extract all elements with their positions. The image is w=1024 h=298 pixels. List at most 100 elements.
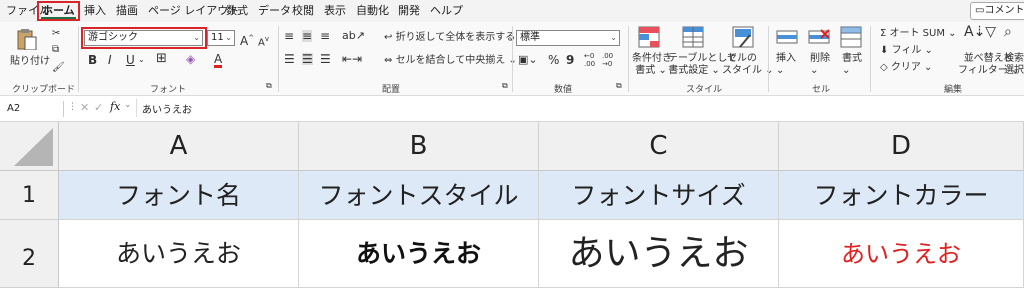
- format-cells-button[interactable]: 書式 ⌄: [842, 53, 862, 77]
- font-size-value: 11: [211, 32, 224, 43]
- align-right-icon[interactable]: ☰: [320, 53, 331, 65]
- align-bottom-icon[interactable]: ≡: [320, 30, 330, 42]
- tab-review[interactable]: 校閲: [292, 3, 314, 19]
- increase-decimal-icon[interactable]: ←0.00: [584, 52, 595, 68]
- percent-icon[interactable]: %: [548, 54, 559, 66]
- cell-styles-icon[interactable]: [732, 26, 754, 48]
- fill-color-icon[interactable]: ◈: [186, 53, 195, 65]
- separator: [870, 26, 871, 92]
- chevron-down-icon[interactable]: ⌄: [138, 54, 145, 66]
- cell-b1[interactable]: フォントスタイル: [299, 171, 539, 220]
- tab-help[interactable]: ヘルプ: [430, 3, 463, 19]
- tab-draw[interactable]: 描画: [116, 3, 138, 19]
- cut-icon[interactable]: ✂: [52, 28, 60, 40]
- fill-button[interactable]: ⬇ フィル ⌄: [880, 45, 933, 57]
- alignment-group-label: 配置: [382, 85, 401, 95]
- editing-group-label: 編集: [944, 85, 963, 95]
- column-header-c[interactable]: C: [539, 122, 779, 171]
- format-as-table-button[interactable]: テーブルとして 書式設定 ⌄: [668, 53, 737, 77]
- align-left-icon[interactable]: ☰: [284, 53, 295, 65]
- bold-button[interactable]: B: [88, 54, 97, 66]
- comma-style-icon[interactable]: 9: [566, 54, 574, 66]
- cell-styles-button[interactable]: セルの スタイル ⌄: [722, 53, 774, 77]
- clear-button[interactable]: ◇ クリア ⌄: [880, 62, 932, 74]
- cell-a1[interactable]: フォント名: [59, 171, 299, 220]
- enter-icon[interactable]: ✓: [94, 101, 103, 114]
- tab-automate[interactable]: 自動化: [356, 3, 389, 19]
- conditional-formatting-button[interactable]: 条件付き 書式 ⌄: [632, 53, 672, 77]
- column-header-b[interactable]: B: [299, 122, 539, 171]
- separator: [768, 26, 769, 92]
- comment-label: コメント: [984, 5, 1024, 16]
- cell-a2[interactable]: あいうえお: [59, 220, 299, 288]
- row-header-1[interactable]: 1: [0, 171, 59, 220]
- insert-function-button[interactable]: fx: [110, 100, 120, 113]
- separator: [628, 26, 629, 92]
- sort-filter-icon[interactable]: A⇣▽: [964, 25, 996, 39]
- dialog-launcher-icon[interactable]: ⧉: [266, 80, 272, 92]
- styles-group-label: スタイル: [686, 85, 723, 95]
- wrap-icon: ↩: [384, 32, 396, 43]
- chevron-down-icon: ⌄: [124, 100, 132, 110]
- number-format-select[interactable]: 標準 ⌄: [516, 30, 620, 46]
- eraser-icon: ◇: [880, 62, 891, 73]
- find-select-button[interactable]: 検索 選択: [1004, 53, 1024, 77]
- tab-formulas[interactable]: 数式: [226, 3, 248, 19]
- insert-cells-icon[interactable]: [776, 26, 798, 48]
- find-select-icon[interactable]: ⌕: [1004, 25, 1012, 39]
- select-all-triangle-icon: [14, 128, 53, 166]
- font-color-button[interactable]: A: [214, 53, 223, 68]
- delete-cells-button[interactable]: 削除 ⌄: [810, 53, 830, 77]
- indent-icon[interactable]: ⇤⇥: [342, 53, 362, 65]
- chevron-down-icon: ⌄: [225, 33, 232, 42]
- column-header-a[interactable]: A: [59, 122, 299, 171]
- align-center-icon[interactable]: ☰: [302, 53, 313, 65]
- autosum-button[interactable]: Σ オート SUM ⌄: [880, 28, 957, 40]
- formula-input[interactable]: あいうえお: [142, 101, 192, 116]
- currency-icon[interactable]: ▣⌄: [518, 54, 538, 66]
- cell-d1[interactable]: フォントカラー: [779, 171, 1024, 220]
- paste-button[interactable]: 貼り付け: [10, 56, 50, 68]
- shrink-font-button[interactable]: Av: [258, 33, 269, 49]
- paste-icon[interactable]: [16, 28, 38, 50]
- cancel-icon[interactable]: ✕: [80, 101, 89, 114]
- borders-icon[interactable]: ⊞: [156, 52, 167, 65]
- dialog-launcher-icon[interactable]: ⧉: [502, 80, 508, 92]
- dialog-launcher-icon[interactable]: ⧉: [616, 80, 622, 92]
- delete-cells-icon[interactable]: [808, 26, 830, 48]
- decrease-decimal-icon[interactable]: .00 →0: [602, 52, 613, 68]
- align-middle-icon[interactable]: ≡: [302, 30, 313, 42]
- copy-icon[interactable]: ⧉: [52, 44, 59, 56]
- row-header-2[interactable]: 2: [0, 220, 59, 288]
- format-as-table-icon[interactable]: [682, 26, 704, 48]
- chevron-down-icon: ⌄: [193, 33, 200, 42]
- font-name-select[interactable]: 游ゴシック ⌄: [84, 30, 203, 46]
- wrap-text-button[interactable]: ↩ 折り返して全体を表示する: [384, 32, 515, 44]
- conditional-formatting-icon[interactable]: [638, 26, 660, 48]
- format-painter-icon[interactable]: 🖌: [52, 62, 65, 74]
- grow-font-button[interactable]: A^: [240, 32, 254, 47]
- tab-insert[interactable]: 挿入: [84, 3, 106, 19]
- cell-b2[interactable]: あいうえお: [299, 220, 539, 288]
- align-top-icon[interactable]: ≡: [284, 30, 294, 42]
- tab-developer[interactable]: 開発: [398, 3, 420, 19]
- cell-c1[interactable]: フォントサイズ: [539, 171, 779, 220]
- more-icon: ⋮: [68, 102, 77, 112]
- format-cells-icon[interactable]: [840, 26, 862, 48]
- tab-home[interactable]: ホーム: [37, 1, 80, 21]
- underline-button[interactable]: U: [126, 54, 135, 66]
- name-box[interactable]: A2: [4, 101, 64, 117]
- tab-data[interactable]: データ: [258, 3, 291, 19]
- separator: [78, 26, 79, 92]
- cell-c2[interactable]: あいうえお: [539, 220, 779, 288]
- comment-button[interactable]: ▭コメント: [970, 2, 1024, 20]
- orientation-icon[interactable]: ab↗: [342, 30, 365, 42]
- select-all-button[interactable]: [0, 122, 59, 171]
- cell-d2[interactable]: あいうえお: [779, 220, 1024, 288]
- italic-button[interactable]: I: [108, 54, 112, 66]
- font-size-select[interactable]: 11 ⌄: [207, 30, 235, 46]
- tab-view[interactable]: 表示: [324, 3, 346, 19]
- merge-center-button[interactable]: ⇔ セルを結合して中央揃え ⌄: [384, 55, 517, 67]
- column-header-d[interactable]: D: [779, 122, 1024, 171]
- insert-cells-button[interactable]: 挿入 ⌄: [776, 53, 796, 77]
